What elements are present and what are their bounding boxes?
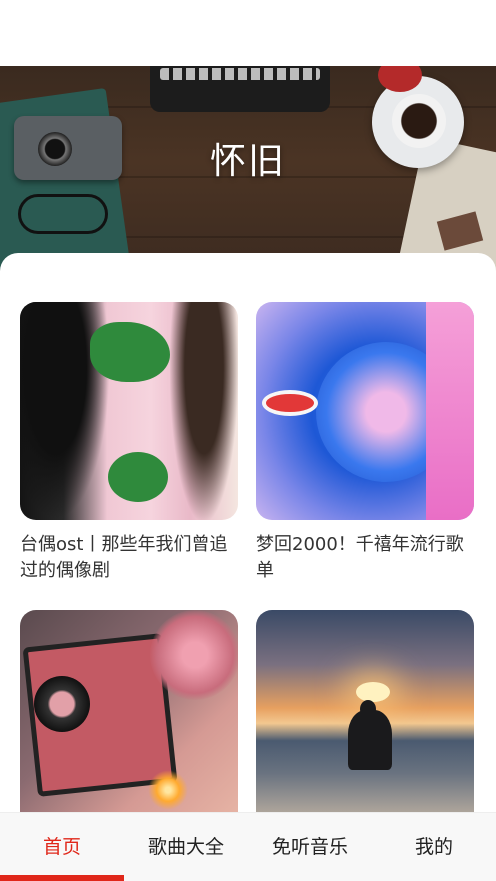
cover-art — [150, 610, 238, 700]
tab-mine[interactable]: 我的 — [372, 813, 496, 881]
bottom-tab-bar: 首页 歌曲大全 免听音乐 我的 — [0, 812, 496, 881]
tab-home[interactable]: 首页 — [0, 813, 124, 881]
playlist-cover[interactable] — [256, 302, 474, 520]
active-tab-indicator — [0, 875, 124, 881]
playlist-card[interactable]: 梦回2000！千禧年流行歌单 — [256, 302, 474, 584]
playlist-cover[interactable] — [20, 302, 238, 520]
playlist-sheet: 台偶ost丨那些年我们曾追过的偶像剧 梦回2000！千禧年流行歌单 — [0, 253, 496, 881]
playlist-title[interactable]: 梦回2000！千禧年流行歌单 — [256, 532, 474, 584]
cover-art — [348, 710, 392, 770]
playlist-card[interactable] — [256, 610, 474, 840]
cover-art — [356, 682, 390, 702]
cover-art — [34, 676, 90, 732]
cover-art — [148, 770, 188, 810]
tab-free-music[interactable]: 免听音乐 — [248, 813, 372, 881]
playlist-card[interactable] — [20, 610, 238, 840]
playlist-cover[interactable] — [20, 610, 238, 828]
cover-art — [262, 390, 318, 416]
typewriter-keys-image — [160, 68, 320, 80]
cover-art — [170, 302, 238, 520]
page-title: 怀旧 — [209, 141, 286, 182]
status-bar — [0, 0, 496, 66]
cover-art — [90, 322, 170, 382]
hero-banner: 怀旧 — [0, 66, 496, 280]
playlist-card[interactable]: 台偶ost丨那些年我们曾追过的偶像剧 — [20, 302, 238, 584]
glasses-image — [18, 194, 108, 234]
playlist-cover[interactable] — [256, 610, 474, 828]
cover-art — [108, 452, 168, 502]
playlist-title[interactable]: 台偶ost丨那些年我们曾追过的偶像剧 — [20, 532, 238, 584]
cover-art — [426, 302, 474, 520]
tab-all-songs[interactable]: 歌曲大全 — [124, 813, 248, 881]
